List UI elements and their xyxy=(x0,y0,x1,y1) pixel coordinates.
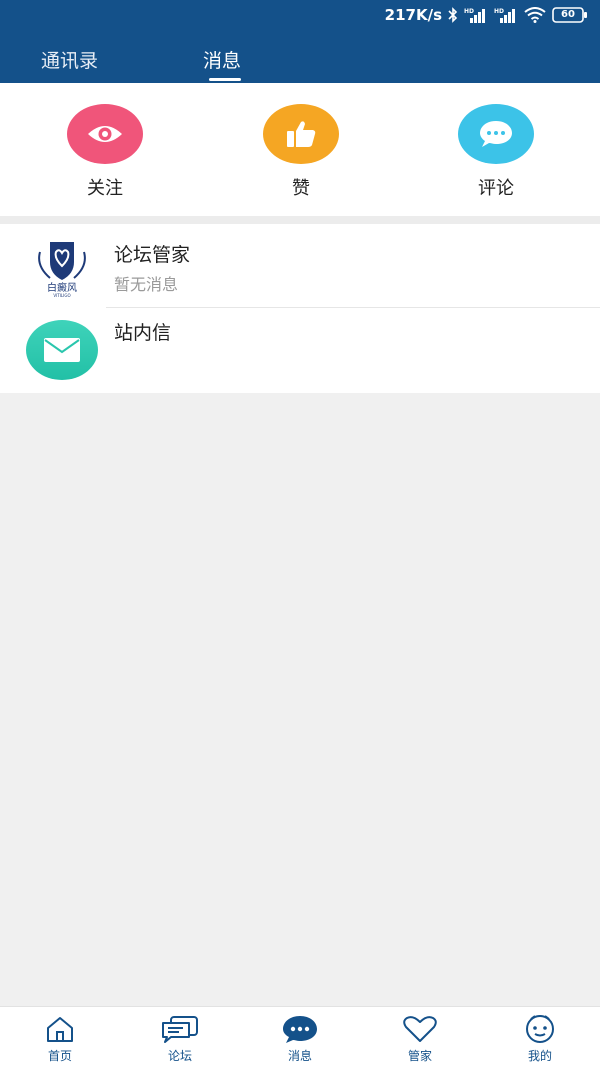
signal-icon: HD xyxy=(464,7,488,23)
inbox-title: 站内信 xyxy=(114,322,172,344)
heart-icon xyxy=(380,1013,460,1045)
message-icon xyxy=(260,1013,340,1045)
forum-butler-title: 论坛管家 xyxy=(114,244,191,266)
wifi-icon xyxy=(524,7,546,23)
list-item-inbox[interactable]: 站内信 xyxy=(0,308,600,393)
nav-messages[interactable]: 消息 xyxy=(260,1013,340,1064)
nav-forum-label: 论坛 xyxy=(167,1049,192,1063)
nav-forum[interactable]: 论坛 xyxy=(140,1013,220,1064)
bluetooth-icon xyxy=(448,7,458,23)
forum-butler-avatar: 白癜风 VITILIGO xyxy=(26,238,98,298)
nav-messages-label: 消息 xyxy=(287,1049,312,1063)
active-tab-indicator xyxy=(209,78,241,81)
eye-icon xyxy=(67,104,143,164)
bottom-navigation: 首页 论坛 消息 管家 我的 xyxy=(0,1006,600,1067)
comment-label: 评论 xyxy=(478,178,514,199)
battery-level: 60 xyxy=(561,9,575,20)
forum-icon xyxy=(140,1013,220,1045)
like-label: 赞 xyxy=(292,178,310,199)
app-header: 217K/s HD HD 60 通讯录 消息 xyxy=(0,0,600,83)
nav-butler[interactable]: 管家 xyxy=(380,1013,460,1064)
follow-label: 关注 xyxy=(87,178,123,199)
list-item-forum-butler[interactable]: 白癜风 VITILIGO 论坛管家 暂无消息 xyxy=(0,224,600,308)
tab-contacts[interactable]: 通讯录 xyxy=(41,46,98,73)
quick-actions: 关注 赞 评论 xyxy=(0,83,600,216)
chat-bubble-icon xyxy=(458,104,534,164)
signal-tag-2: HD xyxy=(494,8,504,15)
nav-butler-label: 管家 xyxy=(407,1049,432,1063)
comment-button[interactable]: 评论 xyxy=(451,104,541,200)
follow-button[interactable]: 关注 xyxy=(60,104,150,200)
forum-butler-subtitle: 暂无消息 xyxy=(114,275,179,294)
nav-mine-label: 我的 xyxy=(527,1049,552,1063)
thumbs-up-icon xyxy=(263,104,339,164)
section-divider xyxy=(0,216,600,224)
network-speed: 217K/s xyxy=(384,6,442,24)
signal-tag: HD xyxy=(464,8,474,15)
tab-messages[interactable]: 消息 xyxy=(203,46,241,73)
envelope-icon xyxy=(26,320,98,380)
nav-home[interactable]: 首页 xyxy=(20,1013,100,1064)
signal-icon-2: HD xyxy=(494,7,518,23)
status-bar: 217K/s HD HD 60 xyxy=(385,6,588,24)
profile-icon xyxy=(500,1013,580,1045)
home-icon xyxy=(20,1013,100,1045)
message-list: 白癜风 VITILIGO 论坛管家 暂无消息 站内信 xyxy=(0,224,600,393)
top-tabs: 通讯录 消息 xyxy=(0,40,600,83)
battery-icon: 60 xyxy=(552,7,588,23)
nav-mine[interactable]: 我的 xyxy=(500,1013,580,1064)
avatar-subtext: VITILIGO xyxy=(53,293,70,298)
nav-home-label: 首页 xyxy=(47,1049,72,1063)
like-button[interactable]: 赞 xyxy=(256,104,346,200)
